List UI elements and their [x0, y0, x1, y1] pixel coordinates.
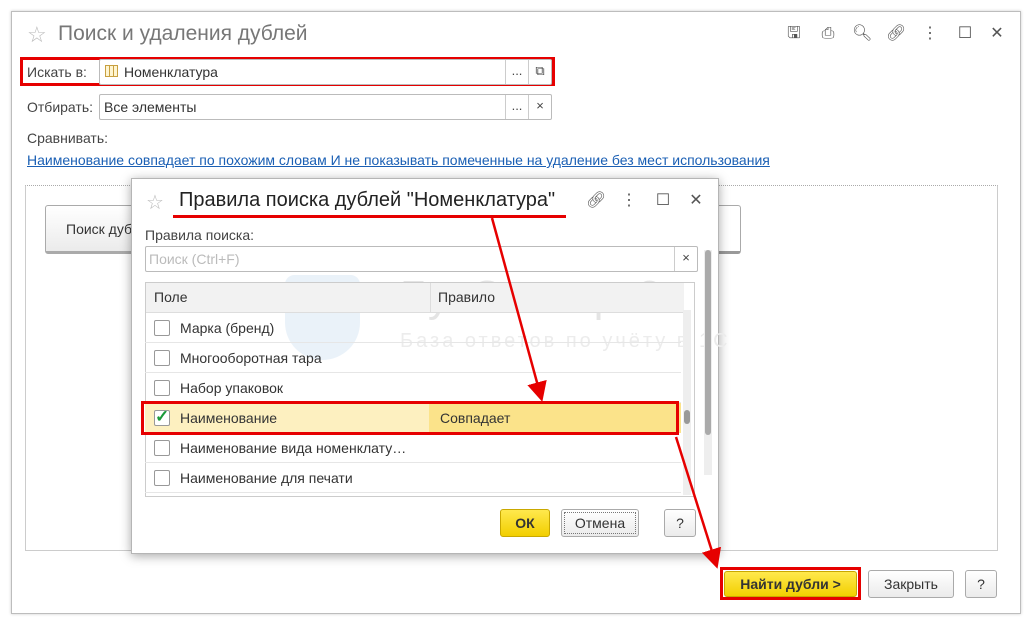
arrow-to-row: [490, 217, 547, 402]
arrow-to-find: [674, 436, 722, 569]
annotation-arrows: [490, 217, 722, 569]
